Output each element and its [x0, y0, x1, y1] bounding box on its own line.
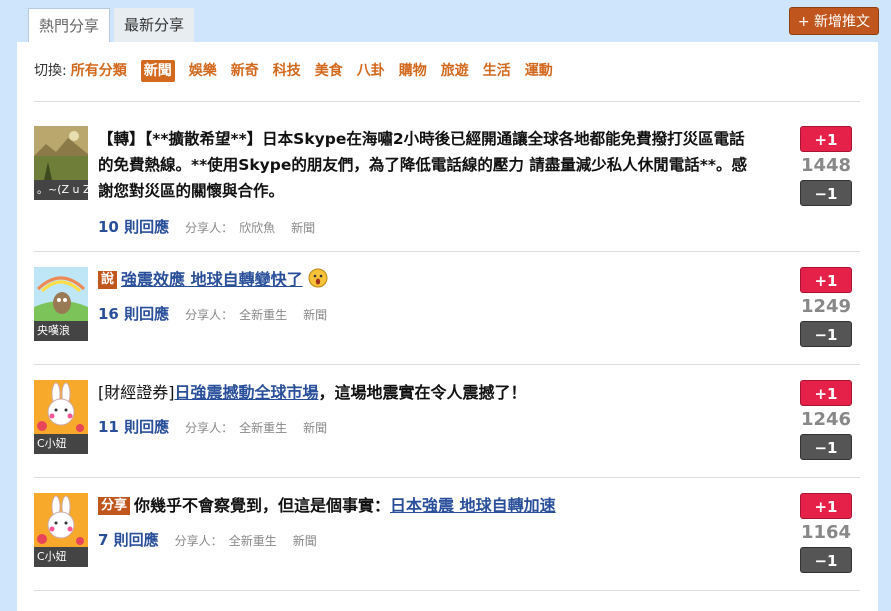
post-item: C小妞 分享 你幾乎不會察覺到，但這是個事實：日本強震 地球自轉加速 7 則回應 …	[34, 493, 860, 591]
post-item: 。~(Z u Z 【轉】【**擴散希望**】日本Skype在海嘯2小時後已經開通…	[34, 126, 860, 252]
post-title-prefix: 你幾乎不會察覺到，但這是個事實：	[134, 496, 391, 515]
post-content: 分享 你幾乎不會察覺到，但這是個事實：日本強震 地球自轉加速 7 則回應 分享人：…	[98, 493, 756, 550]
post-content: 說強震效應 地球自轉變快了 16 則回應 分享人： 全新重生 新聞	[98, 267, 756, 324]
main-panel: 切換: 所有分類 新聞 娛樂 新奇 科技 美食 八卦 購物 旅遊 生活 運動 。…	[17, 42, 878, 611]
category-all[interactable]: 所有分類	[71, 60, 127, 82]
tab-hot[interactable]: 熱門分享	[28, 8, 111, 43]
replies-link[interactable]: 10 則回應	[98, 216, 169, 237]
post-title-prefix: [財經證券]	[98, 383, 175, 402]
rabbit-avatar-icon	[34, 493, 88, 547]
category-shopping[interactable]: 購物	[399, 60, 427, 82]
sharer-link[interactable]: 全新重生	[239, 419, 287, 436]
vote-count: 1246	[800, 409, 852, 430]
category-life[interactable]: 生活	[483, 60, 511, 82]
avatar-name: 央嘆浪	[34, 321, 88, 341]
category-travel[interactable]: 旅遊	[441, 60, 469, 82]
category-novelty[interactable]: 新奇	[231, 60, 259, 82]
avatar-name: 。~(Z u Z	[34, 180, 88, 200]
avatar[interactable]: 央嘆浪	[34, 267, 88, 341]
post-tag: 分享	[98, 497, 131, 515]
category-tech[interactable]: 科技	[273, 60, 301, 82]
category-news[interactable]: 新聞	[140, 60, 175, 82]
downvote-button[interactable]: −1	[800, 434, 852, 460]
upvote-button[interactable]: +1	[800, 380, 852, 406]
post-category[interactable]: 新聞	[303, 419, 327, 436]
upvote-button[interactable]: +1	[800, 267, 852, 293]
post-title-text: 【轉】【**擴散希望**】日本Skype在海嘯2小時後已經開通讓全球各地都能免費…	[98, 130, 748, 200]
sharer-label: 分享人：	[174, 534, 223, 548]
filter-label: 切換:	[34, 63, 67, 79]
tab-bar: 熱門分享 最新分享	[28, 8, 195, 43]
avatar[interactable]: 。~(Z u Z	[34, 126, 88, 200]
post-item: 央嘆浪 說強震效應 地球自轉變快了 16 則回應 分享人： 全新重生 新聞 +1	[34, 267, 860, 365]
vote-count: 1164	[800, 522, 852, 543]
vote-count: 1249	[800, 296, 852, 317]
vote-box: +1 1246 −1	[800, 380, 852, 460]
category-sports[interactable]: 運動	[525, 60, 553, 82]
cartoon-avatar-icon	[34, 267, 88, 321]
post-title-link[interactable]: 日本強震 地球自轉加速	[390, 496, 556, 515]
category-gossip[interactable]: 八卦	[357, 60, 385, 82]
vote-count: 1448	[800, 155, 852, 176]
tab-latest[interactable]: 最新分享	[114, 8, 195, 42]
vote-box: +1 1448 −1	[800, 126, 852, 206]
avatar[interactable]: C小妞	[34, 380, 88, 454]
post-title-link[interactable]: 日強震撼動全球市場	[175, 383, 319, 402]
post-meta: 7 則回應 分享人： 全新重生 新聞	[98, 529, 756, 550]
post-content: 【轉】【**擴散希望**】日本Skype在海嘯2小時後已經開通讓全球各地都能免費…	[98, 126, 756, 237]
vote-box: +1 1249 −1	[800, 267, 852, 347]
rabbit-avatar-icon	[34, 380, 88, 434]
post-title: 分享 你幾乎不會察覺到，但這是個事實：日本強震 地球自轉加速	[98, 493, 756, 519]
post-category[interactable]: 新聞	[303, 306, 327, 323]
avatar-name: C小妞	[34, 434, 88, 454]
new-post-button[interactable]: + 新增推文	[788, 7, 879, 35]
sharer-link[interactable]: 全新重生	[239, 306, 287, 323]
sharer-label: 分享人：	[185, 308, 234, 322]
post-meta: 11 則回應 分享人： 全新重生 新聞	[98, 416, 756, 437]
post-meta: 16 則回應 分享人： 全新重生 新聞	[98, 303, 756, 324]
downvote-button[interactable]: −1	[800, 321, 852, 347]
sharer-link[interactable]: 欣欣魚	[239, 219, 275, 236]
sharer-link[interactable]: 全新重生	[229, 532, 277, 549]
post-tag: 說	[98, 271, 118, 289]
upvote-button[interactable]: +1	[800, 493, 852, 519]
landscape-avatar-icon	[34, 126, 88, 180]
post-meta: 10 則回應 分享人： 欣欣魚 新聞	[98, 216, 756, 237]
post-title: [財經證券]日強震撼動全球市場，這場地震實在令人震撼了！	[98, 380, 756, 406]
downvote-button[interactable]: −1	[800, 547, 852, 573]
vote-box: +1 1164 −1	[800, 493, 852, 573]
post-title: 【轉】【**擴散希望**】日本Skype在海嘯2小時後已經開通讓全球各地都能免費…	[98, 126, 756, 204]
category-entertainment[interactable]: 娛樂	[189, 60, 217, 82]
upvote-button[interactable]: +1	[800, 126, 852, 152]
post-content: [財經證券]日強震撼動全球市場，這場地震實在令人震撼了！ 11 則回應 分享人：…	[98, 380, 756, 437]
surprised-emoji-icon	[308, 268, 328, 288]
post-category[interactable]: 新聞	[291, 219, 315, 236]
category-food[interactable]: 美食	[315, 60, 343, 82]
post-title-link[interactable]: 強震效應 地球自轉變快了	[121, 270, 303, 289]
replies-link[interactable]: 11 則回應	[98, 416, 169, 437]
avatar[interactable]: C小妞	[34, 493, 88, 567]
replies-link[interactable]: 7 則回應	[98, 529, 159, 550]
replies-link[interactable]: 16 則回應	[98, 303, 169, 324]
post-category[interactable]: 新聞	[293, 532, 317, 549]
downvote-button[interactable]: −1	[800, 180, 852, 206]
post-title: 說強震效應 地球自轉變快了	[98, 267, 756, 293]
post-title-suffix: ，這場地震實在令人震撼了！	[318, 383, 527, 402]
post-item: C小妞 [財經證券]日強震撼動全球市場，這場地震實在令人震撼了！ 11 則回應 …	[34, 380, 860, 478]
avatar-name: C小妞	[34, 547, 88, 567]
sharer-label: 分享人：	[185, 421, 234, 435]
sharer-label: 分享人：	[185, 221, 234, 235]
category-filter: 切換: 所有分類 新聞 娛樂 新奇 科技 美食 八卦 購物 旅遊 生活 運動	[34, 60, 860, 102]
